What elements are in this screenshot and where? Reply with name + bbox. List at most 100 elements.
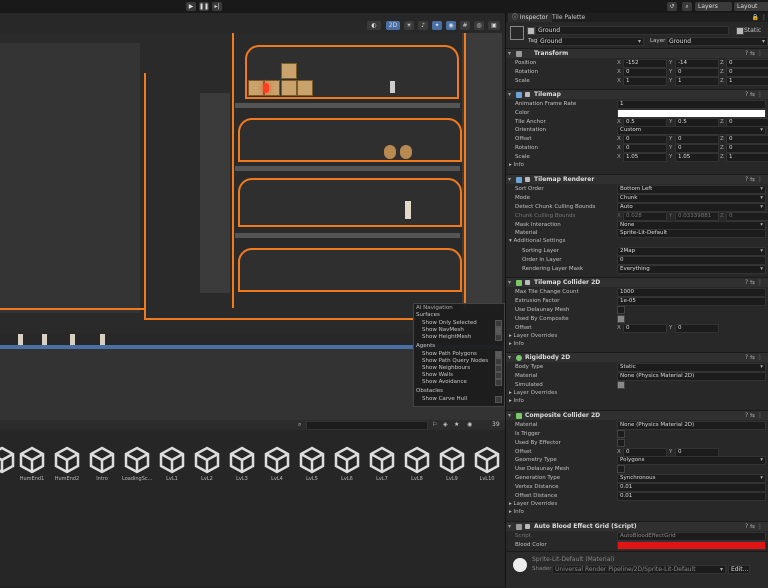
value-field[interactable]: 1000: [617, 288, 766, 297]
show-walls-checkbox[interactable]: [495, 372, 502, 379]
property-checkbox[interactable]: [617, 306, 625, 314]
edit-shader-button[interactable]: Edit...: [728, 565, 750, 574]
transform-header[interactable]: ▾ Transform ? ⇆ ⋮: [506, 48, 768, 58]
show-path-polygons-checkbox[interactable]: [495, 351, 502, 358]
scene-asset[interactable]: LvL8: [402, 446, 432, 482]
vector-y-field[interactable]: 0: [675, 68, 719, 77]
effects-toggle-icon[interactable]: ✦: [432, 21, 442, 30]
vector-z-field[interactable]: 0: [726, 68, 768, 77]
tag-dropdown[interactable]: Ground: [537, 37, 644, 46]
tilemap-renderer-header[interactable]: ▾ Tilemap Renderer ? ⇆ ⋮: [506, 174, 768, 184]
more-icon[interactable]: ⋮: [761, 14, 767, 21]
agents-foldout[interactable]: Agents: [416, 343, 435, 349]
show-path-query-nodes-checkbox[interactable]: [495, 358, 502, 365]
draw-mode-dropdown[interactable]: ◐: [367, 21, 381, 30]
layer-overrides-foldout[interactable]: ▸ Layer Overrides: [509, 501, 557, 507]
value-field[interactable]: None (Physics Material 2D): [617, 372, 766, 381]
vector-x-field[interactable]: 0.028: [623, 212, 667, 221]
label-icon[interactable]: ◈: [443, 421, 448, 428]
layer-overrides-foldout[interactable]: ▸ Layer Overrides: [509, 333, 557, 339]
history-icon[interactable]: ↺: [667, 2, 677, 11]
gizmos-toggle-icon[interactable]: ◎: [474, 21, 484, 30]
additional-settings-foldout[interactable]: ▾ Additional Settings: [509, 238, 565, 244]
tab-tile-palette[interactable]: Tile Palette: [548, 13, 589, 22]
show-neighbours-checkbox[interactable]: [495, 365, 502, 372]
surfaces-foldout[interactable]: Surfaces: [416, 312, 440, 318]
layer-overrides-foldout[interactable]: ▸ Layer Overrides: [509, 390, 557, 396]
vector-x-field[interactable]: 1: [623, 77, 667, 86]
vector-x-field[interactable]: 0: [623, 324, 667, 333]
layout-dropdown[interactable]: Layout: [734, 2, 768, 11]
vector-y-field[interactable]: 0: [675, 324, 719, 333]
property-checkbox[interactable]: [617, 430, 625, 438]
search-icon[interactable]: ⌕: [298, 421, 301, 429]
show-avoidance-checkbox[interactable]: [495, 379, 502, 386]
script-field[interactable]: AutoBloodEffectGrid: [617, 532, 766, 541]
show-heightmesh-checkbox[interactable]: [495, 334, 502, 341]
component-menu-icon[interactable]: ? ⇆ ⋮: [745, 411, 763, 420]
pause-button[interactable]: ❚❚: [199, 2, 209, 11]
scene-asset[interactable]: HumEnd1: [17, 446, 47, 482]
value-field[interactable]: Auto: [617, 203, 766, 212]
vector-y-field[interactable]: 0.03339881: [675, 212, 719, 221]
active-checkbox[interactable]: [527, 27, 535, 35]
vector-z-field[interactable]: 0: [726, 212, 768, 221]
hidden-icon[interactable]: ◉: [467, 421, 472, 428]
value-field[interactable]: Static: [617, 363, 766, 372]
audio-toggle-icon[interactable]: ♪: [418, 21, 428, 30]
vector-z-field[interactable]: 0: [726, 144, 768, 153]
favorite-icon[interactable]: ★: [454, 421, 459, 428]
vector-x-field[interactable]: -152: [623, 59, 667, 68]
vector-z-field[interactable]: 1: [726, 77, 768, 86]
vector-y-field[interactable]: 0: [675, 144, 719, 153]
grid-toggle-icon[interactable]: #: [460, 21, 470, 30]
vector-x-field[interactable]: 0: [623, 68, 667, 77]
filter-icon[interactable]: ⚐: [432, 421, 437, 428]
blood-color-field[interactable]: [617, 541, 766, 550]
scene-asset[interactable]: Intro: [87, 446, 117, 482]
step-button[interactable]: ▸|: [212, 2, 222, 11]
property-checkbox[interactable]: [617, 465, 625, 473]
vector-y-field[interactable]: 1.05: [675, 153, 719, 162]
info-foldout[interactable]: ▸ Info: [509, 509, 524, 515]
object-name-field[interactable]: Ground: [535, 26, 729, 35]
component-menu-icon[interactable]: ? ⇆ ⋮: [745, 49, 763, 58]
value-field[interactable]: Bottom Left: [617, 185, 766, 194]
color-field[interactable]: [617, 109, 766, 118]
scene-asset[interactable]: LvL10: [472, 446, 502, 482]
value-field[interactable]: Synchronous: [617, 474, 766, 483]
play-button[interactable]: ▶: [186, 2, 196, 11]
rigidbody-header[interactable]: ▾ Rigidbody 2D ? ⇆ ⋮: [506, 352, 768, 362]
scene-asset[interactable]: [0, 446, 17, 474]
vector-y-field[interactable]: 0: [675, 135, 719, 144]
hidden-objects-icon[interactable]: ◉: [446, 21, 456, 30]
shader-dropdown[interactable]: Universal Render Pipeline/2D/Sprite-Lit-…: [552, 565, 726, 574]
scene-asset[interactable]: HumEnd2: [52, 446, 82, 482]
vector-y-field[interactable]: 1: [675, 77, 719, 86]
scene-view[interactable]: ◐ 2D ☀ ♪ ✦ ◉ # ◎ ▣ AI Navigation Surface…: [0, 13, 505, 420]
tab-inspector[interactable]: ⓘ Inspector: [508, 13, 552, 22]
layers-dropdown[interactable]: Layers: [695, 2, 732, 11]
tilemap-collider-header[interactable]: ▾ Tilemap Collider 2D ? ⇆ ⋮: [506, 277, 768, 287]
obstacles-foldout[interactable]: Obstacles: [416, 388, 443, 394]
component-enabled-checkbox[interactable]: [525, 92, 530, 97]
vector-x-field[interactable]: 0: [623, 135, 667, 144]
component-menu-icon[interactable]: ? ⇆ ⋮: [745, 522, 763, 531]
scene-asset[interactable]: LvL9: [437, 446, 467, 482]
show-navmesh-checkbox[interactable]: [495, 327, 502, 334]
property-checkbox[interactable]: [617, 439, 625, 447]
value-field[interactable]: None (Physics Material 2D): [617, 421, 766, 430]
scene-asset[interactable]: LvL6: [332, 446, 362, 482]
value-field[interactable]: Custom: [617, 126, 766, 135]
scene-asset[interactable]: LvL1: [157, 446, 187, 482]
value-field[interactable]: 2Map: [617, 247, 766, 256]
scene-asset[interactable]: LvL7: [367, 446, 397, 482]
layer-dropdown[interactable]: Ground: [666, 37, 768, 46]
blood-script-header[interactable]: ▾ Auto Blood Effect Grid (Script) ? ⇆ ⋮: [506, 521, 768, 531]
2d-toggle[interactable]: 2D: [386, 21, 400, 30]
value-field[interactable]: 0: [617, 256, 766, 265]
vector-y-field[interactable]: -14: [675, 59, 719, 68]
value-field[interactable]: Polygons: [617, 456, 766, 465]
component-menu-icon[interactable]: ? ⇆ ⋮: [745, 175, 763, 184]
vector-z-field[interactable]: 0: [726, 135, 768, 144]
